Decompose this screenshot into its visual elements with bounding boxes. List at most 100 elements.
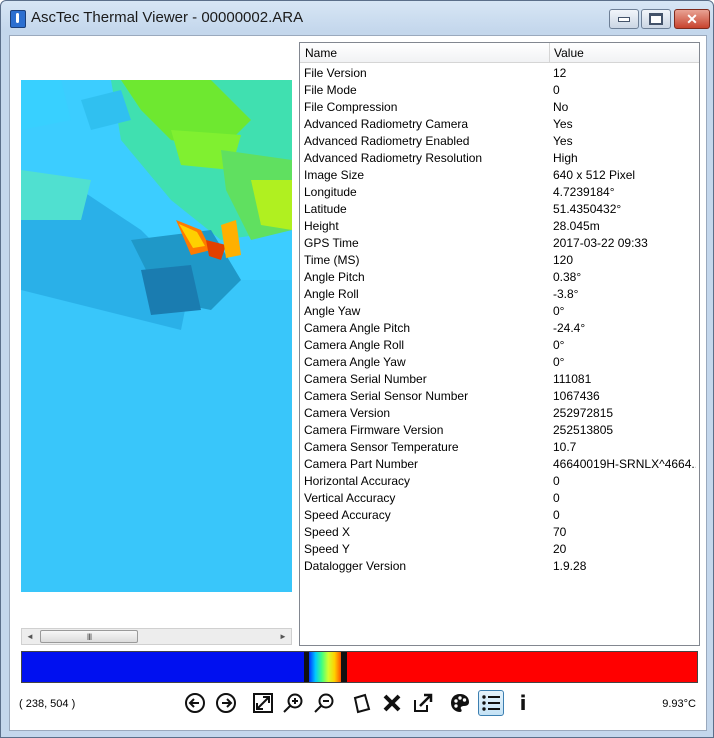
zoom-in-icon — [283, 693, 303, 713]
property-row[interactable]: File Compression No — [300, 98, 699, 115]
client-area: ◄ III ► Name Value File Version 12 File Mo… — [9, 35, 707, 731]
rotate-button[interactable] — [349, 690, 375, 716]
property-row[interactable]: Time (MS) 120 — [300, 251, 699, 268]
property-value: 46640019H-SRNLX^4664... — [553, 457, 696, 471]
zoom-out-button[interactable] — [311, 690, 337, 716]
property-row[interactable]: Camera Part Number 46640019H-SRNLX^4664..… — [300, 455, 699, 472]
scroll-thumb[interactable]: III — [40, 630, 138, 643]
color-scale-bar[interactable] — [21, 651, 698, 683]
column-divider[interactable] — [549, 43, 550, 62]
thermometer-app-icon — [10, 10, 26, 28]
export-button[interactable] — [410, 690, 436, 716]
colorbar-low-segment — [22, 652, 304, 682]
next-button[interactable] — [213, 690, 239, 716]
property-row[interactable]: Angle Yaw 0° — [300, 302, 699, 319]
fit-to-window-button[interactable] — [250, 690, 276, 716]
property-row[interactable]: Speed X 70 — [300, 523, 699, 540]
palette-icon — [451, 694, 469, 712]
property-value: 0 — [553, 508, 560, 522]
property-row[interactable]: Speed Y 20 — [300, 540, 699, 557]
property-name: Vertical Accuracy — [304, 491, 396, 505]
info-button[interactable]: i — [510, 690, 536, 716]
colorbar-high-segment — [347, 652, 697, 682]
property-value: High — [553, 151, 578, 165]
property-value: 0° — [553, 304, 565, 318]
cursor-temperature: 9.93°C — [662, 698, 696, 710]
property-row[interactable]: Camera Firmware Version 252513805 — [300, 421, 699, 438]
property-row[interactable]: Longitude 4.7239184° — [300, 183, 699, 200]
scroll-left-arrow-icon[interactable]: ◄ — [22, 629, 38, 644]
minimize-button[interactable] — [609, 9, 639, 29]
property-value: 2017-03-22 09:33 — [553, 236, 648, 250]
app-window: AscTec Thermal Viewer - 00000002.ARA ✕ ◄… — [0, 0, 714, 738]
properties-list-button[interactable] — [478, 690, 504, 716]
property-name: Advanced Radiometry Camera — [304, 117, 469, 131]
property-value: 10.7 — [553, 440, 577, 454]
property-row[interactable]: Angle Roll -3.8° — [300, 285, 699, 302]
property-row[interactable]: Advanced Radiometry Resolution High — [300, 149, 699, 166]
property-row[interactable]: File Version 12 — [300, 64, 699, 81]
property-value: 12 — [553, 66, 567, 80]
property-row[interactable]: Camera Angle Roll 0° — [300, 336, 699, 353]
property-row[interactable]: Height 28.045m — [300, 217, 699, 234]
property-value: 1.9.28 — [553, 559, 587, 573]
maximize-button[interactable] — [641, 9, 671, 29]
zoom-in-button[interactable] — [280, 690, 306, 716]
property-row[interactable]: Speed Accuracy 0 — [300, 506, 699, 523]
property-name: Time (MS) — [304, 253, 360, 267]
property-row[interactable]: Latitude 51.4350432° — [300, 200, 699, 217]
property-value: 0° — [553, 355, 565, 369]
title-bar[interactable]: AscTec Thermal Viewer - 00000002.ARA ✕ — [1, 1, 713, 35]
property-row[interactable]: GPS Time 2017-03-22 09:33 — [300, 234, 699, 251]
property-row[interactable]: Advanced Radiometry Camera Yes — [300, 115, 699, 132]
maximize-icon — [649, 13, 663, 25]
property-row[interactable]: Vertical Accuracy 0 — [300, 489, 699, 506]
property-name: Speed X — [304, 525, 351, 539]
property-row[interactable]: Angle Pitch 0.38° — [300, 268, 699, 285]
property-row[interactable]: Datalogger Version 1.9.28 — [300, 557, 699, 574]
property-row[interactable]: Camera Angle Yaw 0° — [300, 353, 699, 370]
colorbar-gradient — [309, 652, 341, 682]
property-name: Latitude — [304, 202, 347, 216]
palette-button[interactable] — [447, 690, 473, 716]
delete-button[interactable] — [379, 690, 405, 716]
property-value: No — [553, 100, 569, 114]
scroll-right-arrow-icon[interactable]: ► — [275, 629, 291, 644]
property-name: File Version — [304, 66, 367, 80]
previous-icon — [185, 693, 205, 713]
property-row[interactable]: Camera Version 252972815 — [300, 404, 699, 421]
property-row[interactable]: Camera Sensor Temperature 10.7 — [300, 438, 699, 455]
property-name: Angle Pitch — [304, 270, 365, 284]
property-row[interactable]: Camera Serial Number 111081 — [300, 370, 699, 387]
image-horizontal-scrollbar[interactable]: ◄ III ► — [21, 628, 292, 645]
property-value: 252972815 — [553, 406, 614, 420]
property-value: Yes — [553, 117, 573, 131]
property-value: 120 — [553, 253, 574, 267]
property-value: 28.045m — [553, 219, 600, 233]
properties-list-icon — [482, 695, 500, 711]
property-row[interactable]: Camera Serial Sensor Number 1067436 — [300, 387, 699, 404]
property-value: 20 — [553, 542, 567, 556]
property-row[interactable]: Advanced Radiometry Enabled Yes — [300, 132, 699, 149]
property-name: File Compression — [304, 100, 398, 114]
property-name: Camera Angle Roll — [304, 338, 405, 352]
close-button[interactable]: ✕ — [674, 9, 710, 29]
property-row[interactable]: Image Size 640 x 512 Pixel — [300, 166, 699, 183]
property-name: Angle Yaw — [304, 304, 361, 318]
column-header-name[interactable]: Name — [305, 46, 337, 60]
minimize-icon — [618, 16, 630, 22]
property-value: -3.8° — [553, 287, 579, 301]
property-value: 70 — [553, 525, 567, 539]
previous-button[interactable] — [182, 690, 208, 716]
properties-table[interactable]: Name Value File Version 12 File Mode 0 File … — [299, 42, 700, 646]
property-value: 111081 — [553, 372, 592, 386]
property-name: GPS Time — [304, 236, 359, 250]
column-header-value[interactable]: Value — [554, 46, 584, 60]
thermal-image[interactable] — [21, 80, 292, 592]
next-icon — [216, 693, 236, 713]
property-row[interactable]: File Mode 0 — [300, 81, 699, 98]
property-row[interactable]: Camera Angle Pitch -24.4° — [300, 319, 699, 336]
property-name: Camera Part Number — [304, 457, 419, 471]
property-row[interactable]: Horizontal Accuracy 0 — [300, 472, 699, 489]
property-name: Longitude — [304, 185, 357, 199]
